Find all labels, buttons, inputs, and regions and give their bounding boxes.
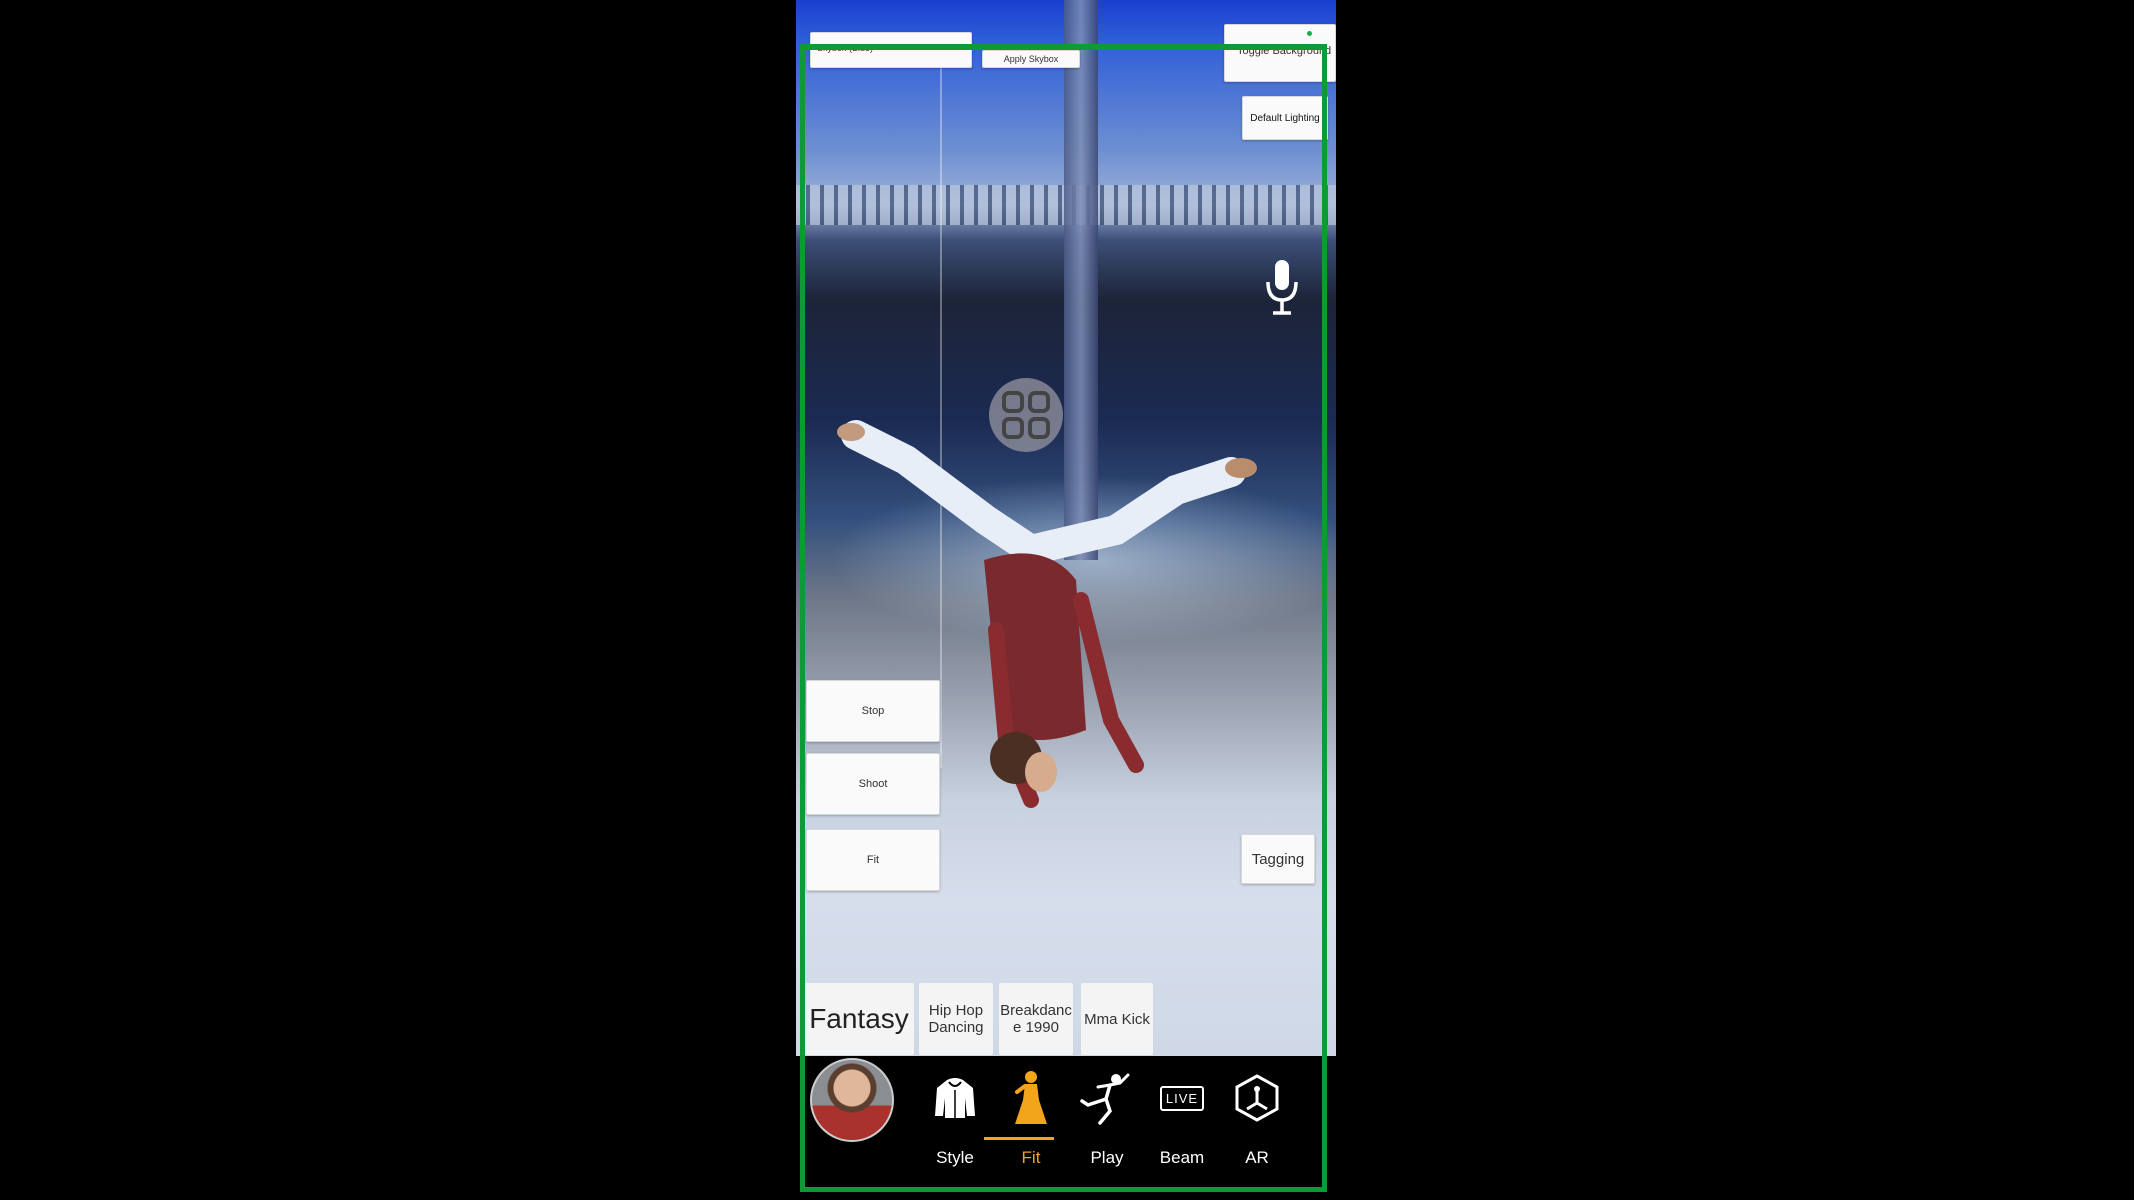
tab-fit-label: Fit	[1021, 1148, 1041, 1167]
avatar[interactable]	[810, 1058, 894, 1142]
category-label: Mma Kick	[1084, 1010, 1150, 1028]
skybox-dropdown-text: Skybox (Blue)	[817, 43, 874, 53]
grid-menu-icon[interactable]	[989, 378, 1063, 452]
toggle-background-button[interactable]: Toggle Background	[1224, 24, 1336, 82]
category-fantasy-label: Fantasy	[809, 1003, 909, 1034]
skybox-dropdown[interactable]: Skybox (Blue)	[810, 32, 972, 68]
microphone-icon[interactable]	[1264, 258, 1300, 318]
category-mma-kick[interactable]: Mma Kick	[1081, 983, 1153, 1055]
apply-skybox-label: Apply Skybox	[1003, 54, 1059, 64]
tagging-label: Tagging	[1251, 850, 1305, 868]
apply-skybox-button[interactable]: Apply Skybox	[982, 50, 1080, 68]
ar-cube-icon	[1229, 1070, 1285, 1126]
tab-style-label: Style	[936, 1148, 974, 1167]
shoot-button[interactable]: Shoot	[806, 753, 940, 815]
live-badge-text: LIVE	[1165, 1090, 1199, 1106]
category-fantasy[interactable]: Fantasy	[804, 983, 914, 1055]
category-breakdance-1990[interactable]: Breakdance 1990	[999, 983, 1073, 1055]
3d-scene[interactable]	[796, 0, 1336, 1056]
default-lighting-button[interactable]: Default Lighting	[1242, 96, 1328, 140]
tab-ar[interactable]: AR	[1222, 1070, 1292, 1190]
category-label: Breakdance 1990	[1000, 1002, 1072, 1036]
toggle-background-label: Toggle Background	[1237, 45, 1332, 57]
tab-play[interactable]: Play	[1072, 1070, 1142, 1190]
tab-style[interactable]: Style	[920, 1070, 990, 1190]
tab-beam[interactable]: LIVE Beam	[1147, 1070, 1217, 1190]
stop-button[interactable]: Stop	[806, 680, 940, 742]
tab-beam-label: Beam	[1159, 1148, 1205, 1167]
stop-label: Stop	[861, 705, 885, 717]
default-lighting-label: Default Lighting	[1250, 112, 1320, 124]
tagging-button[interactable]: Tagging	[1241, 834, 1315, 884]
app-viewport: Skybox (Blue) Apply Skybox Toggle Backgr…	[796, 0, 1336, 1200]
bottom-tab-bar: Style Fit Play LIVE Beam AR	[796, 1056, 1336, 1200]
tab-fit[interactable]: Fit	[996, 1070, 1066, 1190]
tab-play-label: Play	[1090, 1148, 1124, 1167]
tab-ar-label: AR	[1245, 1148, 1269, 1167]
fit-figure-icon	[1003, 1070, 1059, 1126]
status-dot-icon	[1307, 31, 1312, 36]
category-hip-hop-dancing[interactable]: Hip Hop Dancing	[919, 983, 993, 1055]
shoot-label: Shoot	[858, 778, 888, 790]
hoodie-icon	[927, 1070, 983, 1126]
active-tab-indicator	[984, 1137, 1054, 1140]
live-icon: LIVE	[1154, 1070, 1210, 1126]
fit-label: Fit	[866, 854, 880, 866]
dancer-icon	[1079, 1070, 1135, 1126]
fit-button[interactable]: Fit	[806, 829, 940, 891]
category-label: Hip Hop Dancing	[928, 1002, 984, 1036]
